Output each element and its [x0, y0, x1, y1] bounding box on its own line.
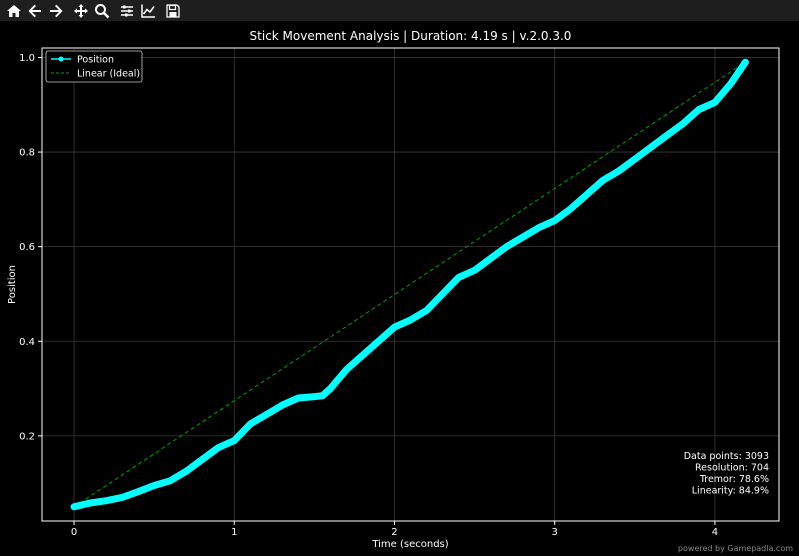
- series-position-point: [615, 167, 622, 175]
- y-tick-label: 0.6: [19, 242, 35, 253]
- series-position-point: [263, 411, 270, 418]
- y-tick-label: 0.2: [19, 431, 35, 442]
- series-position-point: [231, 437, 238, 444]
- series-position-point: [86, 499, 94, 507]
- series-position-point: [311, 393, 318, 400]
- series-position-point: [535, 224, 542, 231]
- series-position-point: [599, 177, 606, 184]
- series-position-point: [663, 132, 671, 139]
- series-position-point: [134, 488, 142, 495]
- series-position-point: [695, 106, 703, 113]
- series-position-point: [343, 366, 350, 373]
- series-position-point: [503, 243, 510, 250]
- series-position-point: [407, 316, 414, 324]
- x-axis-label: Time (seconds): [371, 539, 448, 550]
- series-position-point: [247, 420, 254, 428]
- y-tick-label: 0.4: [19, 337, 35, 348]
- x-tick-label: 0: [71, 527, 77, 538]
- y-tick-label: 1.0: [19, 53, 35, 64]
- series-position-point: [70, 503, 78, 511]
- series-position-point: [295, 394, 302, 402]
- series-position-point: [455, 274, 462, 281]
- y-tick-label: 0.8: [19, 148, 35, 159]
- stats-annotation: Data points: 3093: [684, 451, 769, 462]
- series-position-point: [118, 494, 126, 501]
- series-position-point: [423, 307, 430, 314]
- x-tick-label: 4: [712, 527, 718, 538]
- legend-position-marker: [58, 56, 64, 62]
- stats-annotation: Tremor: 78.6%: [699, 474, 769, 485]
- series-position-point: [679, 120, 687, 127]
- series-position-point: [439, 290, 446, 298]
- plot-frame: [41, 47, 780, 522]
- series-position-point: [359, 352, 366, 359]
- series-position-point: [150, 482, 158, 489]
- y-axis-label: Position: [7, 265, 18, 304]
- series-position-point: [391, 323, 398, 331]
- series-position-point: [279, 401, 286, 409]
- series-position-point: [647, 144, 655, 151]
- series-position-point: [727, 80, 735, 87]
- series-position-point: [166, 477, 174, 484]
- x-tick-label: 1: [231, 527, 237, 538]
- legend: Position Linear (Ideal): [45, 50, 143, 83]
- chart: 0 1 2 3 4 0.2 0.4 0.6 0.8 1.0 Stick Movement Analy…: [7, 29, 780, 550]
- series-position-point: [567, 205, 574, 213]
- series-position-point: [327, 385, 334, 392]
- stats-annotation: Resolution: 704: [695, 463, 769, 474]
- series-position-point: [199, 456, 206, 463]
- series-position-point: [102, 497, 110, 504]
- series-position-point: [487, 255, 494, 262]
- series-position-point: [742, 58, 749, 66]
- series-linear-ideal-line: [73, 61, 746, 508]
- series-position-point: [583, 191, 590, 198]
- series-position-point: [375, 338, 382, 345]
- series-position-point: [551, 217, 558, 224]
- series-position-point: [215, 444, 222, 451]
- series-position-point: [519, 234, 526, 241]
- legend-position-label: Position: [77, 55, 114, 66]
- x-tick-label: 3: [552, 527, 558, 538]
- legend-linear-label: Linear (Ideal): [77, 69, 140, 80]
- stats-annotation: Linearity: 84.9%: [692, 486, 769, 497]
- series-position-point: [631, 155, 639, 163]
- series-position-point: [471, 267, 478, 274]
- series-position-point: [319, 392, 326, 399]
- x-tick-label: 2: [391, 527, 397, 538]
- chart-title: Stick Movement Analysis | Duration: 4.19…: [250, 29, 572, 43]
- series-position-point: [711, 99, 719, 106]
- watermark: powered by Gamepadla.com: [677, 544, 793, 553]
- series-position-point: [182, 468, 190, 475]
